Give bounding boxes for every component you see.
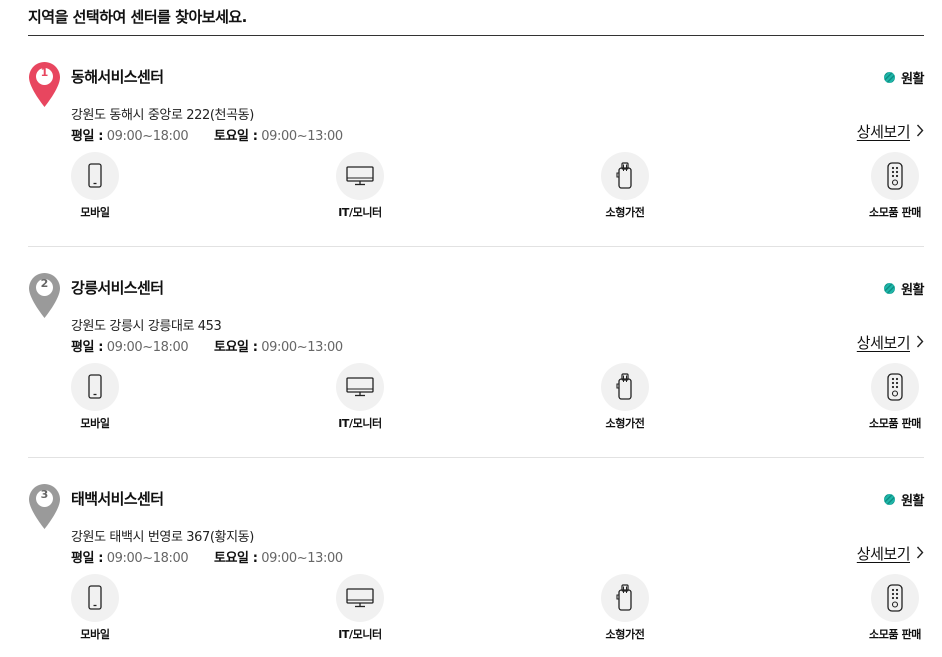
weekday-hours: 09:00~18:00 xyxy=(106,551,189,566)
remote-control-icon xyxy=(871,363,919,411)
service-label: 소모품 판매 xyxy=(868,417,922,430)
weekday-label: 평일 : xyxy=(71,129,104,144)
service-it-monitor: IT/모니터 xyxy=(310,152,410,222)
weekday-label: 평일 : xyxy=(71,340,104,355)
monitor-icon xyxy=(336,363,384,411)
service-consumables: 소모품 판매 xyxy=(845,574,942,644)
saturday-hours: 09:00~13:00 xyxy=(261,340,343,355)
service-label: IT/모니터 xyxy=(338,417,382,430)
detail-view-label: 상세보기 xyxy=(856,334,911,352)
service-consumables: 소모품 판매 xyxy=(845,152,942,222)
status-label: 원활 xyxy=(901,283,924,298)
service-label: 소모품 판매 xyxy=(868,206,922,219)
map-pin-icon: 1 xyxy=(28,61,61,108)
service-center-item: 3 태백서비스센터 원활 강원도 태백시 번영로 367(황지동) 평일 : 0… xyxy=(28,458,924,657)
service-center-item: 1 동해서비스센터 원활 강원도 동해시 중앙로 222(천곡동) 평일 : 0… xyxy=(28,36,924,247)
chevron-right-icon xyxy=(916,544,924,563)
service-label: IT/모니터 xyxy=(338,206,382,219)
center-number: 2 xyxy=(40,277,49,290)
service-label: 모바일 xyxy=(80,417,110,430)
mobile-phone-icon xyxy=(71,152,119,200)
detail-view-link[interactable]: 상세보기 xyxy=(857,121,924,142)
center-name[interactable]: 동해서비스센터 xyxy=(71,66,164,87)
service-label: IT/모니터 xyxy=(338,628,382,641)
center-number: 1 xyxy=(40,66,49,79)
saturday-hours: 09:00~13:00 xyxy=(261,551,343,566)
center-name[interactable]: 강릉서비스센터 xyxy=(71,277,164,298)
small-appliance-icon xyxy=(601,363,649,411)
remote-control-icon xyxy=(871,152,919,200)
detail-view-link[interactable]: 상세보기 xyxy=(857,332,924,353)
service-label: 소형가전 xyxy=(605,417,645,430)
service-small-appliance: 소형가전 xyxy=(575,574,675,644)
page-heading: 지역을 선택하여 센터를 찾아보세요. xyxy=(28,8,247,26)
map-pin-icon: 2 xyxy=(28,272,61,319)
status-indicator: 원활 xyxy=(884,68,924,87)
center-address: 강원도 태백시 번영로 367(황지동) xyxy=(71,530,254,545)
center-address: 강원도 동해시 중앙로 222(천곡동) xyxy=(71,108,254,123)
saturday-label: 토요일 : xyxy=(213,129,258,144)
monitor-icon xyxy=(336,574,384,622)
status-indicator: 원활 xyxy=(884,279,924,298)
status-label: 원활 xyxy=(901,72,924,87)
center-address: 강원도 강릉시 강릉대로 453 xyxy=(71,319,222,334)
small-appliance-icon xyxy=(601,152,649,200)
service-label: 모바일 xyxy=(80,206,110,219)
service-label: 소형가전 xyxy=(605,628,645,641)
saturday-label: 토요일 : xyxy=(213,340,258,355)
detail-view-link[interactable]: 상세보기 xyxy=(857,543,924,564)
center-name[interactable]: 태백서비스센터 xyxy=(71,488,164,509)
chevron-right-icon xyxy=(916,122,924,141)
service-label: 모바일 xyxy=(80,628,110,641)
status-dot-icon xyxy=(884,283,896,294)
map-pin-icon: 3 xyxy=(28,483,61,530)
operating-hours: 평일 : 09:00~18:00 토요일 : 09:00~13:00 xyxy=(71,547,343,566)
service-label: 소형가전 xyxy=(605,206,645,219)
operating-hours: 평일 : 09:00~18:00 토요일 : 09:00~13:00 xyxy=(71,336,343,355)
weekday-label: 평일 : xyxy=(71,551,104,566)
mobile-phone-icon xyxy=(71,363,119,411)
status-indicator: 원활 xyxy=(884,490,924,509)
status-dot-icon xyxy=(884,72,896,83)
service-it-monitor: IT/모니터 xyxy=(310,574,410,644)
operating-hours: 평일 : 09:00~18:00 토요일 : 09:00~13:00 xyxy=(71,125,343,144)
center-number: 3 xyxy=(40,488,49,501)
remote-control-icon xyxy=(871,574,919,622)
saturday-hours: 09:00~13:00 xyxy=(261,129,343,144)
service-mobile: 모바일 xyxy=(45,363,145,433)
saturday-label: 토요일 : xyxy=(213,551,258,566)
detail-view-label: 상세보기 xyxy=(856,123,911,141)
service-consumables: 소모품 판매 xyxy=(845,363,942,433)
service-mobile: 모바일 xyxy=(45,152,145,222)
status-label: 원활 xyxy=(901,494,924,509)
service-mobile: 모바일 xyxy=(45,574,145,644)
monitor-icon xyxy=(336,152,384,200)
service-center-item: 2 강릉서비스센터 원활 강원도 강릉시 강릉대로 453 평일 : 09:00… xyxy=(28,247,924,458)
weekday-hours: 09:00~18:00 xyxy=(106,129,189,144)
service-it-monitor: IT/모니터 xyxy=(310,363,410,433)
status-dot-icon xyxy=(884,494,896,505)
service-small-appliance: 소형가전 xyxy=(575,152,675,222)
detail-view-label: 상세보기 xyxy=(856,545,911,563)
mobile-phone-icon xyxy=(71,574,119,622)
service-label: 소모품 판매 xyxy=(868,628,922,641)
service-small-appliance: 소형가전 xyxy=(575,363,675,433)
small-appliance-icon xyxy=(601,574,649,622)
weekday-hours: 09:00~18:00 xyxy=(106,340,189,355)
chevron-right-icon xyxy=(916,333,924,352)
